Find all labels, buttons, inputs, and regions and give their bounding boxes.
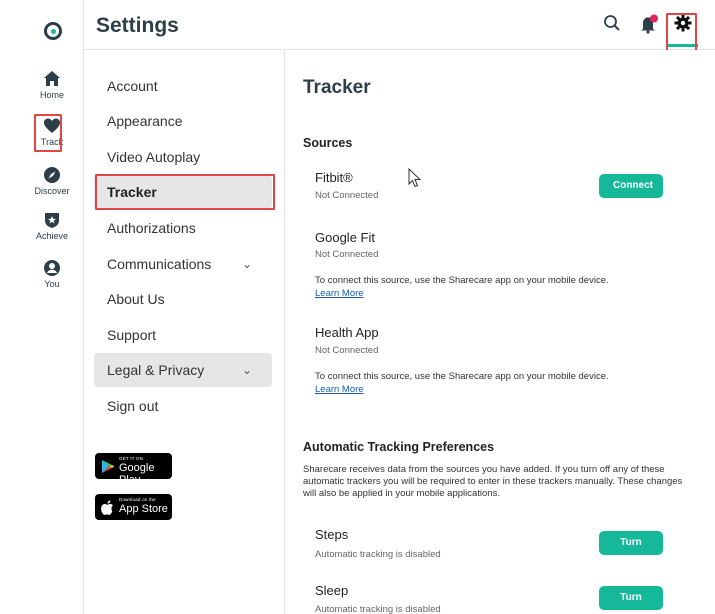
source-name-google-fit: Google Fit	[315, 230, 375, 245]
apple-icon	[101, 500, 113, 515]
page-title: Settings	[96, 14, 179, 37]
app-store-badge[interactable]: Download on the App Store	[95, 494, 172, 520]
source-name-health-app: Health App	[315, 325, 379, 340]
app-store-big-text: App Store	[119, 503, 168, 515]
learn-more-link-google-fit[interactable]: Learn More	[315, 288, 364, 299]
track-highlight-box	[34, 114, 62, 152]
prefs-description: Sharecare receives data from the sources…	[303, 464, 683, 499]
icon-rail: Home Track Discover Achieve You	[20, 0, 84, 614]
turn-on-sleep-button[interactable]: Turn On	[599, 586, 663, 610]
prefs-heading: Automatic Tracking Preferences	[303, 440, 495, 454]
google-play-big-text: Google Play	[119, 462, 155, 486]
menu-item-communications[interactable]: Communications ⌄	[94, 248, 272, 280]
rail-label-you: You	[44, 279, 60, 289]
tracker-panel: Tracker Sources Fitbit® Not Connected Co…	[286, 50, 715, 614]
menu-item-account[interactable]: Account	[94, 70, 272, 102]
notification-bell-icon[interactable]	[639, 14, 659, 34]
menu-item-legal-privacy[interactable]: Legal & Privacy ⌄	[94, 353, 272, 387]
source-note-google-fit: To connect this source, use the Sharecar…	[315, 275, 609, 286]
turn-on-steps-button[interactable]: Turn On	[599, 531, 663, 572]
communications-label: Communications	[107, 256, 212, 272]
rail-label-achieve: Achieve	[35, 231, 69, 241]
gear-highlight-box	[666, 13, 697, 55]
source-status-google-fit: Not Connected	[315, 249, 379, 260]
connect-fitbit-button[interactable]: Connect	[599, 174, 663, 198]
tracker-highlight-box	[95, 174, 275, 210]
rail-item-home[interactable]: Home	[20, 70, 84, 100]
rail-item-achieve[interactable]: Achieve	[20, 211, 84, 241]
search-icon[interactable]	[603, 14, 621, 32]
source-note-health-app: To connect this source, use the Sharecar…	[315, 371, 609, 382]
rail-item-you[interactable]: You	[20, 259, 84, 289]
app-logo[interactable]	[44, 22, 62, 40]
pref-status-sleep: Automatic tracking is disabled	[315, 604, 441, 614]
user-icon	[44, 260, 60, 276]
google-play-badge[interactable]: GET IT ON Google Play	[95, 453, 172, 486]
menu-item-sign-out[interactable]: Sign out	[94, 390, 272, 422]
menu-item-video-autoplay[interactable]: Video Autoplay	[94, 141, 272, 173]
pref-name-steps: Steps	[315, 527, 349, 542]
badge-star-icon	[45, 213, 59, 228]
settings-menu: Account Appearance Video Autoplay Tracke…	[84, 50, 285, 614]
menu-item-about-us[interactable]: About Us	[94, 283, 272, 315]
source-status-health-app: Not Connected	[315, 345, 379, 356]
rail-item-discover[interactable]: Discover	[20, 166, 84, 196]
mouse-cursor-icon	[408, 168, 422, 188]
chevron-down-icon: ⌄	[241, 363, 252, 377]
chevron-down-icon: ⌄	[241, 257, 252, 271]
pref-status-steps: Automatic tracking is disabled	[315, 549, 441, 560]
source-status-fitbit: Not Connected	[315, 190, 379, 201]
home-icon	[44, 71, 60, 86]
pref-name-sleep: Sleep	[315, 583, 349, 598]
top-header: Settings	[84, 0, 715, 55]
legal-privacy-label: Legal & Privacy	[107, 362, 205, 378]
sources-heading: Sources	[303, 136, 353, 150]
menu-item-appearance[interactable]: Appearance	[94, 105, 272, 137]
menu-item-authorizations[interactable]: Authorizations	[94, 212, 272, 244]
learn-more-link-health-app[interactable]: Learn More	[315, 384, 364, 395]
rail-label-home: Home	[39, 90, 64, 100]
compass-icon	[44, 167, 60, 183]
rail-label-discover: Discover	[34, 186, 70, 196]
google-play-small-text: GET IT ON	[119, 456, 144, 461]
menu-item-support[interactable]: Support	[94, 319, 272, 351]
source-name-fitbit: Fitbit®	[315, 170, 353, 185]
tracker-heading: Tracker	[303, 77, 371, 98]
google-play-icon	[102, 460, 115, 473]
app-store-small-text: Download on the	[119, 497, 156, 502]
